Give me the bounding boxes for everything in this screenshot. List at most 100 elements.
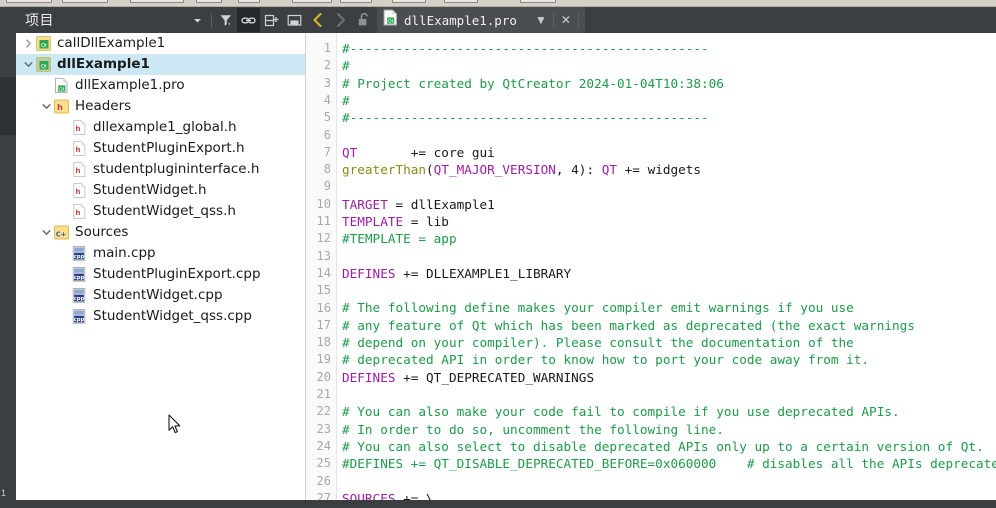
- cpp-file-icon: cpp: [71, 308, 88, 325]
- code-line[interactable]: [338, 472, 996, 489]
- tree-item-studentpluginexport-h[interactable]: h StudentPluginExport.h: [16, 138, 305, 159]
- code-line[interactable]: #---------------------------------------…: [338, 109, 996, 126]
- code-line-text: [338, 178, 350, 195]
- code-token-txt: += QT_DEPRECATED_WARNINGS: [395, 369, 595, 385]
- filter-icon[interactable]: [214, 8, 237, 32]
- tree-item-studentplugininterface-h[interactable]: h studentplugininterface.h: [16, 159, 305, 180]
- code-line[interactable]: greaterThan(QT_MAJOR_VERSION, 4): QT += …: [338, 161, 996, 178]
- code-line[interactable]: #: [338, 92, 996, 109]
- tree-item-studentwidget-cpp[interactable]: cpp StudentWidget.cpp: [16, 285, 305, 306]
- code-line[interactable]: SOURCES += \: [338, 490, 996, 500]
- code-line[interactable]: TARGET = dllExample1: [338, 196, 996, 213]
- project-tree[interactable]: Qt callDllExample1 Qt dllExample1 Qt dllExa…: [16, 33, 306, 495]
- code-line-text: #: [338, 57, 350, 74]
- code-line[interactable]: # deprecated API in order to know how to…: [338, 351, 996, 368]
- svg-text:h: h: [75, 187, 80, 196]
- code-line[interactable]: [338, 386, 996, 403]
- svg-text:cpp: cpp: [74, 296, 85, 302]
- code-line[interactable]: # any feature of Qt which has been marke…: [338, 317, 996, 334]
- code-line-text: #DEFINES += QT_DISABLE_DEPRECATED_BEFORE…: [338, 455, 996, 472]
- status-bar: [0, 500, 996, 508]
- unlock-icon[interactable]: [352, 7, 375, 33]
- code-token-txt: = dllExample1: [387, 196, 495, 212]
- mode-selector-active-block[interactable]: [0, 77, 16, 135]
- back-navigation-icon[interactable]: [306, 7, 329, 33]
- code-token-var: DEFINES: [342, 265, 396, 281]
- svg-text:h: h: [75, 166, 80, 175]
- code-line-text: # Project created by QtCreator 2024-01-0…: [338, 75, 724, 92]
- filter-dropdown-icon[interactable]: [186, 8, 209, 32]
- close-icon[interactable]: ✕: [556, 7, 576, 33]
- tree-item-sources[interactable]: C+ Sources: [16, 222, 305, 243]
- tree-item-label: StudentWidget.cpp: [93, 287, 223, 303]
- tree-item-main-cpp[interactable]: cpp main.cpp: [16, 243, 305, 264]
- code-line[interactable]: DEFINES += DLLEXAMPLE1_LIBRARY: [338, 265, 996, 282]
- code-token-cmt: # Project created by QtCreator 2024-01-0…: [342, 75, 724, 91]
- chevron-right-icon[interactable]: [22, 33, 35, 54]
- project-panel-header: 项目: [16, 7, 306, 33]
- chevron-down-icon[interactable]: [40, 96, 53, 117]
- code-line[interactable]: # The following define makes your compil…: [338, 299, 996, 316]
- link-sync-icon[interactable]: [237, 8, 260, 32]
- line-number: 16: [316, 300, 331, 315]
- tab-dropdown-icon[interactable]: ▼: [531, 7, 551, 33]
- code-line-text: QT += core gui: [338, 144, 495, 161]
- code-line-text: [338, 248, 350, 265]
- code-editor[interactable]: 1 2 3 4 5 6 7 8 9 10 11 12 13 14 15 16 17 18 19 20 21 22 23 24 2…: [306, 33, 996, 500]
- tree-item-label: StudentPluginExport.cpp: [93, 266, 261, 282]
- chevron-down-icon[interactable]: [22, 54, 35, 75]
- code-line[interactable]: DEFINES += QT_DEPRECATED_WARNINGS: [338, 369, 996, 386]
- code-line[interactable]: TEMPLATE = lib: [338, 213, 996, 230]
- cpp-file-icon: cpp: [71, 266, 88, 283]
- chevron-down-icon[interactable]: [40, 222, 53, 243]
- tree-item-label: Headers: [75, 98, 132, 114]
- tree-item-headers[interactable]: h Headers: [16, 96, 305, 117]
- tree-item-studentwidget-qss-cpp[interactable]: cpp StudentWidget_qss.cpp: [16, 306, 305, 327]
- code-token-var: TARGET: [342, 196, 388, 212]
- tree-item-dllexample1-global-h[interactable]: h dllexample1_global.h: [16, 117, 305, 138]
- h-file-icon: h: [71, 203, 88, 220]
- code-line-text: # The following define makes your compil…: [338, 299, 854, 316]
- editor-file-tab[interactable]: Qt dllExample1.pro ▼ ✕: [377, 7, 585, 33]
- code-text-area[interactable]: #---------------------------------------…: [338, 33, 996, 500]
- cpp-file-icon: cpp: [71, 245, 88, 262]
- minimize-panel-icon[interactable]: [283, 8, 306, 32]
- tree-item-studentwidget-qss-h[interactable]: h StudentWidget_qss.h: [16, 201, 305, 222]
- tree-item-dllexample1[interactable]: Qt dllExample1: [16, 54, 305, 75]
- code-line-text: #TEMPLATE = app: [338, 230, 457, 247]
- code-line[interactable]: [338, 248, 996, 265]
- qt-project-icon-active: Qt: [35, 56, 52, 73]
- code-token-fn: greaterThan: [342, 162, 427, 178]
- code-line[interactable]: # You can also select to disable depreca…: [338, 438, 996, 455]
- line-number: 12: [316, 231, 331, 246]
- code-line-text: # In order to do so, uncomment the follo…: [338, 421, 724, 438]
- code-line[interactable]: # Project created by QtCreator 2024-01-0…: [338, 75, 996, 92]
- tree-item-studentpluginexport-cpp[interactable]: cpp StudentPluginExport.cpp: [16, 264, 305, 285]
- svg-text:Qt: Qt: [41, 43, 47, 49]
- tree-item-label: dllExample1.pro: [75, 77, 185, 93]
- code-token-cmt: # any feature of Qt which has been marke…: [342, 317, 915, 333]
- code-line[interactable]: [338, 126, 996, 143]
- tree-item-studentwidget-h[interactable]: h StudentWidget.h: [16, 180, 305, 201]
- svg-text:h: h: [75, 145, 80, 154]
- h-file-icon: h: [71, 161, 88, 178]
- mode-selector-bar[interactable]: 1: [0, 7, 16, 508]
- code-line[interactable]: # You can also make your code fail to co…: [338, 403, 996, 420]
- qt-pro-file-icon: Qt: [53, 77, 70, 94]
- code-line[interactable]: [338, 178, 996, 195]
- code-line[interactable]: QT += core gui: [338, 144, 996, 161]
- svg-text:Qt: Qt: [41, 64, 47, 70]
- code-line[interactable]: #DEFINES += QT_DISABLE_DEPRECATED_BEFORE…: [338, 455, 996, 472]
- code-line[interactable]: #---------------------------------------…: [338, 40, 996, 57]
- forward-navigation-icon[interactable]: [329, 7, 352, 33]
- tree-item-calldllexample1[interactable]: Qt callDllExample1: [16, 33, 305, 54]
- code-line[interactable]: # In order to do so, uncomment the follo…: [338, 421, 996, 438]
- add-split-icon[interactable]: [260, 8, 283, 32]
- code-line[interactable]: # depend on your compiler). Please consu…: [338, 334, 996, 351]
- code-line[interactable]: #: [338, 57, 996, 74]
- tree-arrow-placeholder: [40, 75, 53, 96]
- code-line[interactable]: #TEMPLATE = app: [338, 230, 996, 247]
- tree-item-dllexample1-pro[interactable]: Qt dllExample1.pro: [16, 75, 305, 96]
- code-line[interactable]: [338, 282, 996, 299]
- editor-toolbar: Qt dllExample1.pro ▼ ✕: [306, 7, 996, 33]
